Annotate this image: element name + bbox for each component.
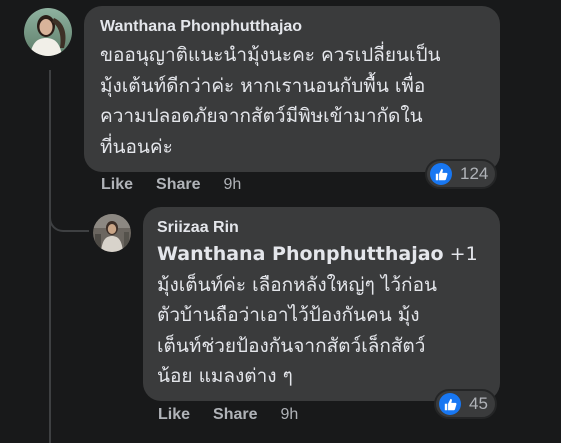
avatar[interactable] bbox=[24, 8, 72, 56]
reaction-count: 124 bbox=[460, 164, 489, 183]
comment-text-suffix: +1 bbox=[443, 243, 478, 265]
reply-connector bbox=[49, 196, 89, 232]
comment-text: Wanthana Phonphutthajao +1 มุ้งเต็นท์ค่ะ… bbox=[157, 239, 486, 392]
comment-actions: Like Share 9h bbox=[101, 176, 241, 194]
reaction-count: 45 bbox=[469, 394, 488, 413]
like-button[interactable]: Like bbox=[158, 406, 190, 424]
profile-photo bbox=[24, 8, 72, 56]
thread-line bbox=[49, 70, 51, 443]
comment-text: ขออนุญาติแนะนำมุ้งนะคะ ควรเปลี่ยนเป็น มุ… bbox=[100, 44, 441, 158]
share-button[interactable]: Share bbox=[213, 406, 257, 424]
comment-author[interactable]: Sriizaa Rin bbox=[157, 217, 486, 239]
timestamp[interactable]: 9h bbox=[280, 406, 298, 424]
mention-link[interactable]: Wanthana Phonphutthajao bbox=[157, 243, 444, 265]
like-icon bbox=[430, 163, 452, 185]
like-icon bbox=[439, 393, 461, 415]
timestamp[interactable]: 9h bbox=[223, 176, 241, 194]
profile-photo bbox=[93, 214, 131, 252]
comment-body: มุ้งเต็นท์ค่ะ เลือกหลังใหญ่ๆ ไว้ก่อน ตัว… bbox=[157, 273, 437, 388]
comment-author[interactable]: Wanthana Phonphutthajao bbox=[100, 16, 484, 38]
share-button[interactable]: Share bbox=[156, 176, 200, 194]
reaction-summary[interactable]: 124 bbox=[425, 159, 497, 189]
comment-bubble: Wanthana Phonphutthajao ขออนุญาติแนะนำมุ… bbox=[84, 6, 500, 172]
reaction-summary[interactable]: 45 bbox=[434, 389, 497, 419]
avatar[interactable] bbox=[93, 214, 131, 252]
comment-bubble: Sriizaa Rin Wanthana Phonphutthajao +1 ม… bbox=[143, 207, 500, 401]
comment-actions: Like Share 9h bbox=[158, 406, 298, 424]
like-button[interactable]: Like bbox=[101, 176, 133, 194]
